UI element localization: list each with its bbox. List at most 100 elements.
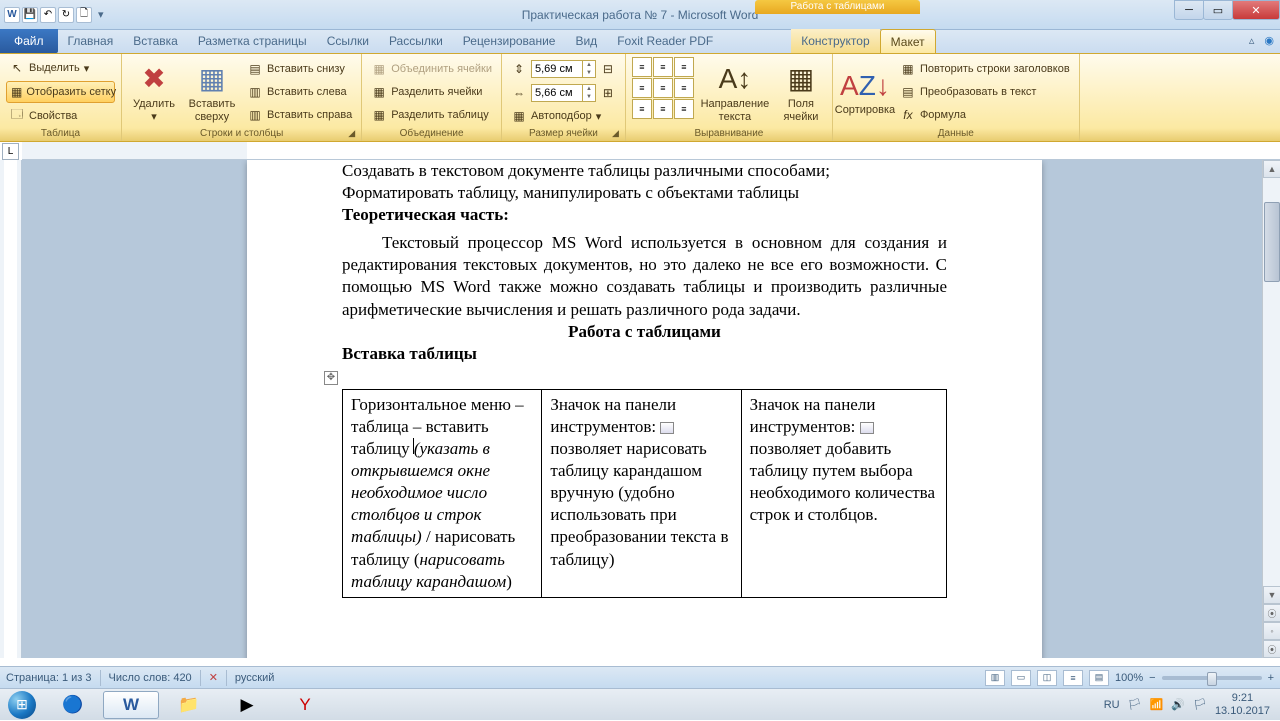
cell-margins-button[interactable]: ▦Поля ячейки (776, 57, 826, 127)
tray-flag-icon[interactable]: 🏳 (1128, 698, 1142, 711)
zoom-in-icon[interactable]: + (1268, 672, 1274, 684)
text-direction-button[interactable]: A↕Направление текста (700, 57, 770, 127)
minimize-button[interactable]: ─ (1174, 0, 1204, 20)
undo-icon[interactable]: ↶ (40, 7, 56, 23)
align-mid-right[interactable]: ≡ (674, 78, 694, 98)
taskbar-media[interactable]: ▶ (219, 691, 275, 719)
scroll-down-icon[interactable]: ▼ (1263, 586, 1280, 604)
dialog-launcher-icon[interactable]: ◢ (348, 128, 355, 139)
zoom-level[interactable]: 100% (1115, 672, 1143, 684)
tab-insert[interactable]: Вставка (123, 29, 188, 53)
taskbar-explorer[interactable]: 📁 (161, 691, 217, 719)
web-view-icon[interactable]: ◫ (1037, 670, 1057, 686)
tab-table-layout[interactable]: Макет (880, 29, 936, 53)
formula-button[interactable]: fxФормула (897, 105, 1073, 125)
prev-page-icon[interactable]: ⦿ (1263, 604, 1280, 622)
new-icon[interactable]: 🗋 (76, 7, 92, 23)
tab-table-design[interactable]: Конструктор (791, 29, 879, 53)
table-cell[interactable]: Значок на панели инструментов: позволяет… (542, 389, 741, 597)
convert-text-button[interactable]: ▤Преобразовать в текст (897, 82, 1073, 102)
status-page[interactable]: Страница: 1 из 3 (6, 672, 92, 684)
zoom-slider[interactable] (1162, 676, 1262, 680)
autofit-button[interactable]: ▦Автоподбор ▾ (508, 106, 619, 126)
group-label-merge: Объединение (368, 127, 495, 140)
tab-view[interactable]: Вид (565, 29, 607, 53)
next-page-icon[interactable]: ⦿ (1263, 640, 1280, 658)
view-gridlines-button[interactable]: ▦Отобразить сетку (6, 81, 115, 103)
print-layout-view-icon[interactable]: ▥ (985, 670, 1005, 686)
tray-clock[interactable]: 9:2113.10.2017 (1215, 692, 1276, 716)
help-icon[interactable]: ◉ (1264, 34, 1274, 47)
heading-tables: Работа с таблицами (342, 321, 947, 343)
tab-selector-icon[interactable]: L (2, 143, 19, 160)
align-top-right[interactable]: ≡ (674, 57, 694, 77)
fullscreen-view-icon[interactable]: ▭ (1011, 670, 1031, 686)
insert-below-button[interactable]: ▤Вставить снизу (244, 59, 355, 79)
status-language[interactable]: русский (235, 672, 274, 684)
start-button[interactable]: ⊞ (0, 689, 44, 721)
distribute-cols-icon[interactable]: ⊞ (600, 85, 616, 101)
repeat-header-button[interactable]: ▦Повторить строки заголовков (897, 59, 1073, 79)
page[interactable]: Создавать в текстовом документе таблицы … (247, 160, 1042, 658)
split-table-button[interactable]: ▦Разделить таблицу (368, 105, 495, 125)
distribute-rows-icon[interactable]: ⊟ (600, 61, 616, 77)
delete-button[interactable]: ✖Удалить▾ (128, 57, 180, 127)
minimize-ribbon-icon[interactable]: ▵ (1249, 34, 1255, 47)
row-height-input[interactable]: ▲▼ (531, 60, 596, 78)
redo-icon[interactable]: ↻ (58, 7, 74, 23)
doc-table[interactable]: Горизонтальное меню – таблица – вставить… (342, 389, 947, 598)
vertical-ruler[interactable] (0, 160, 22, 658)
maximize-button[interactable]: ▭ (1203, 0, 1233, 20)
close-button[interactable]: ✕ (1232, 0, 1280, 20)
browse-object-icon[interactable]: ◦ (1263, 622, 1280, 640)
vertical-scrollbar[interactable]: ▲ ▼ ⦿ ◦ ⦿ (1262, 160, 1280, 658)
status-words[interactable]: Число слов: 420 (109, 672, 192, 684)
align-bot-right[interactable]: ≡ (674, 99, 694, 119)
table-move-handle-icon[interactable]: ✥ (324, 371, 338, 385)
align-mid-left[interactable]: ≡ (632, 78, 652, 98)
col-width-input[interactable]: ▲▼ (531, 84, 596, 102)
insert-right-button[interactable]: ▥Вставить справа (244, 105, 355, 125)
tab-review[interactable]: Рецензирование (453, 29, 566, 53)
tab-references[interactable]: Ссылки (317, 29, 379, 53)
sort-button[interactable]: AZ↓Сортировка (839, 57, 891, 127)
tab-mailings[interactable]: Рассылки (379, 29, 453, 53)
qat-dropdown-icon[interactable]: ▾ (94, 8, 108, 21)
split-cells-button[interactable]: ▦Разделить ячейки (368, 82, 495, 102)
align-bot-center[interactable]: ≡ (653, 99, 673, 119)
properties-button[interactable]: 🗔Свойства (6, 106, 115, 126)
scroll-thumb[interactable] (1264, 202, 1280, 282)
zoom-out-icon[interactable]: − (1149, 672, 1155, 684)
table-cell[interactable]: Горизонтальное меню – таблица – вставить… (343, 389, 542, 597)
tab-page-layout[interactable]: Разметка страницы (188, 29, 317, 53)
save-icon[interactable]: 💾 (22, 7, 38, 23)
tray-action-icon[interactable]: 🏳 (1193, 698, 1207, 711)
spellcheck-icon[interactable]: ✕ (209, 671, 218, 684)
file-tab[interactable]: Файл (0, 29, 58, 53)
tab-home[interactable]: Главная (58, 29, 124, 53)
table-row: Горизонтальное меню – таблица – вставить… (343, 389, 947, 597)
outline-view-icon[interactable]: ≡ (1063, 670, 1083, 686)
tray-lang[interactable]: RU (1104, 699, 1120, 711)
align-top-left[interactable]: ≡ (632, 57, 652, 77)
table-cell[interactable]: Значок на панели инструментов: позволяет… (741, 389, 946, 597)
dialog-launcher-icon[interactable]: ◢ (612, 128, 619, 139)
draft-view-icon[interactable]: ▤ (1089, 670, 1109, 686)
tray-network-icon[interactable]: 📶 (1150, 698, 1164, 711)
align-mid-center[interactable]: ≡ (653, 78, 673, 98)
group-label-rows: Строки и столбцы◢ (128, 127, 355, 140)
tab-foxit[interactable]: Foxit Reader PDF (607, 29, 723, 53)
scroll-up-icon[interactable]: ▲ (1263, 160, 1280, 178)
insert-left-button[interactable]: ▥Вставить слева (244, 82, 355, 102)
taskbar-chrome[interactable]: 🔵 (45, 691, 101, 719)
insert-above-button[interactable]: ▦Вставить сверху (186, 57, 238, 127)
align-bot-left[interactable]: ≡ (632, 99, 652, 119)
alignment-grid[interactable]: ≡≡≡ ≡≡≡ ≡≡≡ (632, 57, 694, 127)
align-top-center[interactable]: ≡ (653, 57, 673, 77)
tray-volume-icon[interactable]: 🔊 (1171, 698, 1185, 711)
horizontal-ruler[interactable] (22, 142, 1280, 160)
taskbar-word[interactable]: W (103, 691, 159, 719)
select-button[interactable]: ↖Выделить ▾ (6, 58, 115, 78)
taskbar-yandex[interactable]: Y (277, 691, 333, 719)
system-tray: RU 🏳 📶 🔊 🏳 9:2113.10.2017 (1100, 692, 1280, 716)
